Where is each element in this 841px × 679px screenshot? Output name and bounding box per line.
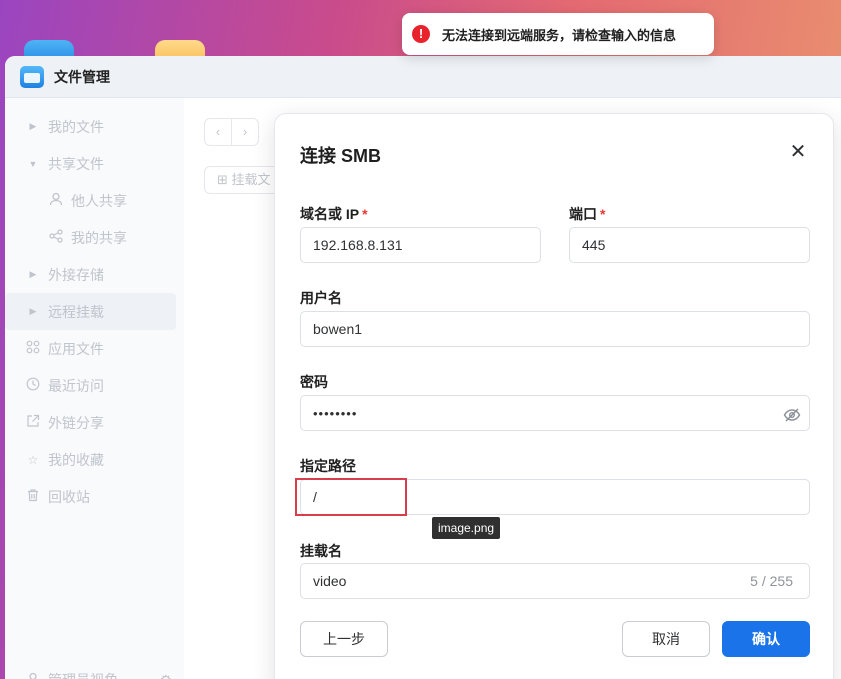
annotation-highlight-box — [295, 478, 407, 516]
sidebar-item-label: 我的文件 — [48, 118, 104, 135]
clock-icon — [22, 377, 44, 394]
confirm-button[interactable]: 确认 — [722, 621, 810, 657]
required-mark: * — [600, 206, 606, 222]
trash-icon — [22, 488, 44, 505]
sidebar-item-label: 最近访问 — [48, 377, 104, 394]
sidebar-item-my-shares[interactable]: 我的共享 — [5, 219, 184, 256]
port-input[interactable]: 445 — [569, 227, 810, 263]
caret-right-icon: ▶ — [29, 121, 37, 131]
sidebar-item-label: 他人共享 — [71, 192, 127, 209]
admin-view-toggle[interactable]: 管理员视角 ⚙ — [5, 664, 184, 679]
close-icon[interactable]: ✕ — [788, 140, 808, 164]
sidebar-item-favorites[interactable]: ☆ 我的收藏 — [5, 441, 184, 478]
sidebar-item-label: 应用文件 — [48, 340, 104, 357]
sidebar-item-label: 远程挂载 — [48, 303, 104, 320]
folder-app-icon — [20, 65, 44, 88]
port-label-text: 端口 — [569, 206, 597, 222]
sidebar-item-shared-files[interactable]: ▼ 共享文件 — [5, 145, 184, 182]
sidebar-item-label: 外接存储 — [48, 266, 104, 283]
username-label: 用户名 — [300, 290, 342, 306]
password-label: 密码 — [300, 374, 328, 390]
sidebar-item-label: 我的收藏 — [48, 451, 104, 468]
sidebar-item-label: 我的共享 — [71, 229, 127, 246]
host-label: 域名或 IP * — [300, 204, 368, 224]
sidebar-item-remote-mount[interactable]: ▶ 远程挂载 — [5, 293, 176, 330]
sidebar: ▶ 我的文件 ▼ 共享文件 他人共享 我的共享 ▶ 外接存储 ▶ 远程挂载 应用… — [5, 98, 184, 679]
smb-connect-dialog: 连接 SMB ✕ 域名或 IP * 192.168.8.131 端口 * 445 用… — [274, 113, 834, 679]
apps-icon — [22, 340, 44, 357]
eye-off-icon[interactable] — [783, 403, 801, 423]
title-bar: 文件管理 — [5, 56, 841, 98]
folder-plus-icon: ⊞ — [217, 172, 228, 187]
username-input[interactable]: bowen1 — [300, 311, 810, 347]
sidebar-item-my-files[interactable]: ▶ 我的文件 — [5, 108, 184, 145]
app-title: 文件管理 — [54, 68, 110, 85]
required-mark: * — [362, 206, 368, 222]
prev-step-button[interactable]: 上一步 — [300, 621, 388, 657]
error-icon: ! — [412, 25, 430, 43]
password-value: •••••••• — [313, 406, 358, 421]
char-counter: 5 / 255 — [750, 573, 793, 589]
back-arrow-icon[interactable]: ‹ — [205, 119, 232, 145]
dialog-title: 连接 SMB — [300, 146, 381, 166]
host-input[interactable]: 192.168.8.131 — [300, 227, 541, 263]
password-field[interactable]: •••••••• — [300, 395, 810, 431]
user-icon — [22, 672, 44, 679]
caret-right-icon: ▶ — [29, 269, 37, 279]
path-label: 指定路径 — [300, 458, 356, 474]
user-icon — [45, 192, 67, 209]
star-icon: ☆ — [27, 452, 39, 467]
mount-name-label: 挂载名 — [300, 543, 342, 559]
toast-message: 无法连接到远端服务，请检查输入的信息 — [442, 27, 677, 43]
sidebar-item-label: 回收站 — [48, 488, 90, 505]
share-icon — [45, 229, 67, 246]
mount-name-input[interactable]: video 5 / 255 — [300, 563, 810, 599]
caret-down-icon: ▼ — [28, 158, 38, 169]
mount-button-label: 挂载文 — [231, 172, 271, 187]
filename-tooltip: image.png — [432, 517, 501, 539]
history-nav: ‹ › — [204, 118, 259, 146]
forward-arrow-icon[interactable]: › — [232, 119, 258, 145]
sidebar-item-label: 共享文件 — [48, 155, 104, 172]
caret-right-icon: ▶ — [29, 306, 37, 316]
gear-icon[interactable]: ⚙ — [159, 672, 172, 679]
cancel-button[interactable]: 取消 — [622, 621, 710, 657]
sidebar-item-shared-with-me[interactable]: 他人共享 — [5, 182, 184, 219]
mount-name-value: video — [313, 573, 347, 589]
admin-view-label: 管理员视角 — [48, 670, 118, 679]
host-label-text: 域名或 IP — [300, 206, 360, 222]
sidebar-item-trash[interactable]: 回收站 — [5, 478, 184, 515]
sidebar-item-external-storage[interactable]: ▶ 外接存储 — [5, 256, 184, 293]
link-share-icon — [22, 414, 44, 431]
sidebar-item-label: 外链分享 — [48, 414, 104, 431]
sidebar-item-recent[interactable]: 最近访问 — [5, 367, 184, 404]
sidebar-item-app-files[interactable]: 应用文件 — [5, 330, 184, 367]
port-label: 端口 * — [569, 204, 605, 224]
error-toast: ! 无法连接到远端服务，请检查输入的信息 — [402, 13, 714, 55]
sidebar-item-link-share[interactable]: 外链分享 — [5, 404, 184, 441]
